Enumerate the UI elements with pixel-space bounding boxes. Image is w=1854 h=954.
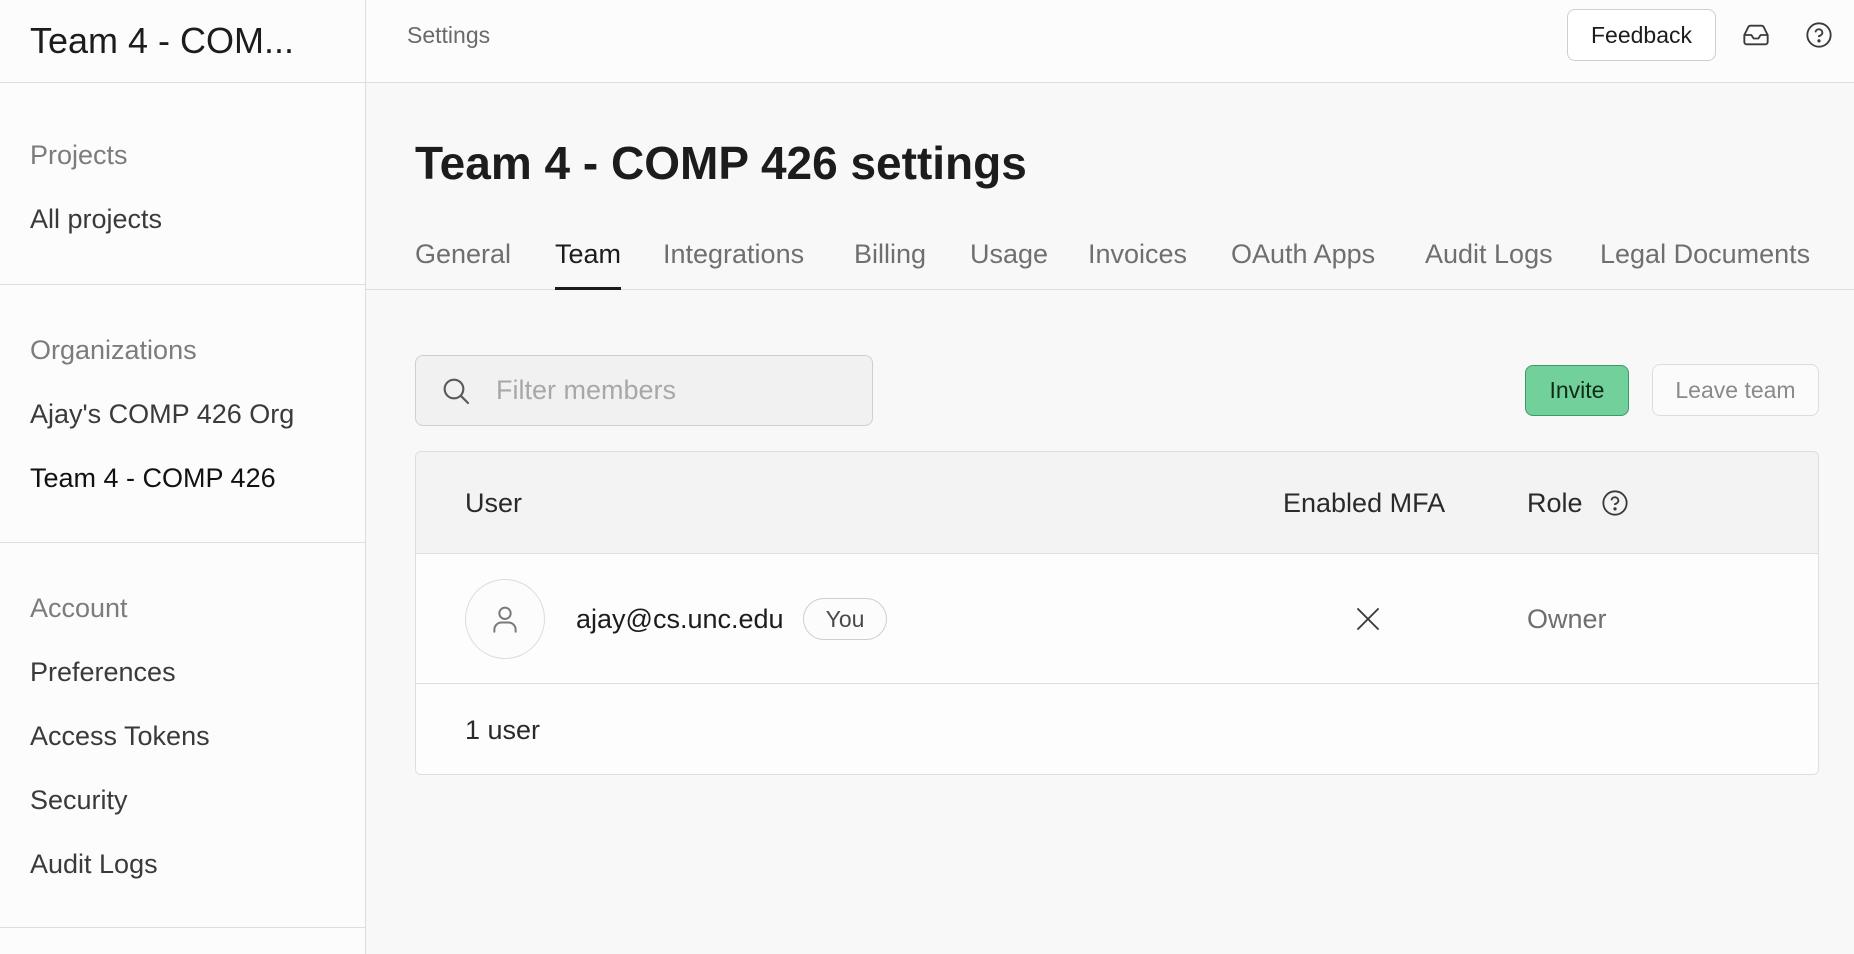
column-header-role-label: Role [1527, 488, 1583, 518]
sidebar-item-ajay-org[interactable]: Ajay's COMP 426 Org [30, 395, 335, 433]
org-switcher-title[interactable]: Team 4 - COM... [30, 20, 294, 62]
member-email: ajay@cs.unc.edu [576, 604, 784, 634]
sidebar-section-organizations: Organizations Ajay's COMP 426 Org Team 4… [0, 285, 365, 543]
inbox-icon[interactable] [1741, 20, 1771, 50]
sidebar-item-all-projects[interactable]: All projects [30, 200, 335, 238]
sidebar-heading-projects: Projects [30, 140, 128, 170]
tab-billing[interactable]: Billing [854, 230, 926, 290]
sidebar-item-preferences[interactable]: Preferences [30, 653, 335, 691]
help-icon[interactable] [1804, 20, 1834, 50]
avatar [465, 579, 545, 659]
filter-members-search [415, 355, 873, 426]
tab-integrations[interactable]: Integrations [663, 230, 804, 290]
tab-invoices[interactable]: Invoices [1088, 230, 1187, 290]
column-header-user: User [465, 488, 523, 518]
sidebar-item-team-4[interactable]: Team 4 - COMP 426 [30, 459, 335, 497]
sidebar-section-account: Account Preferences Access Tokens Securi… [0, 543, 365, 928]
table-header: User Enabled MFA Role [416, 452, 1818, 554]
members-table: User Enabled MFA Role ajay@cs.unc.edu Yo… [415, 451, 1819, 775]
sidebar-item-security[interactable]: Security [30, 781, 335, 819]
sidebar-item-access-tokens[interactable]: Access Tokens [30, 717, 335, 755]
sidebar-header: Team 4 - COM... [0, 0, 365, 83]
page-title: Team 4 - COMP 426 settings [415, 137, 1027, 189]
leave-team-button[interactable]: Leave team [1652, 364, 1819, 416]
tab-legal-documents[interactable]: Legal Documents [1600, 230, 1810, 290]
table-footer: 1 user [416, 685, 1818, 774]
feedback-button[interactable]: Feedback [1567, 9, 1716, 61]
breadcrumb[interactable]: Settings [407, 0, 490, 70]
you-badge: You [803, 598, 887, 640]
settings-tabs: General Team Integrations Billing Usage … [366, 230, 1854, 290]
column-header-role: Role [1527, 452, 1629, 554]
member-count: 1 user [465, 715, 541, 745]
tab-oauth-apps[interactable]: OAuth Apps [1231, 230, 1375, 290]
tab-audit-logs[interactable]: Audit Logs [1425, 230, 1553, 290]
mfa-disabled-x-icon [1353, 604, 1383, 634]
sidebar: Team 4 - COM... Projects All projects Or… [0, 0, 366, 954]
main-content: Team 4 - COMP 426 settings General Team … [366, 84, 1854, 954]
invite-button[interactable]: Invite [1525, 365, 1629, 416]
tab-general[interactable]: General [415, 230, 511, 290]
role-help-icon[interactable] [1601, 489, 1629, 517]
table-row: ajay@cs.unc.edu You Owner [416, 554, 1818, 684]
member-role[interactable]: Owner [1527, 554, 1607, 684]
sidebar-section-projects: Projects All projects [0, 83, 365, 285]
tab-usage[interactable]: Usage [970, 230, 1048, 290]
sidebar-heading-account: Account [30, 593, 128, 623]
top-bar: Settings Feedback [366, 0, 1854, 83]
sidebar-item-audit-logs[interactable]: Audit Logs [30, 845, 335, 883]
column-header-mfa: Enabled MFA [1283, 488, 1446, 518]
filter-members-input[interactable] [496, 375, 866, 406]
tab-team[interactable]: Team [555, 230, 622, 290]
sidebar-heading-organizations: Organizations [30, 335, 197, 365]
search-icon [440, 374, 474, 408]
